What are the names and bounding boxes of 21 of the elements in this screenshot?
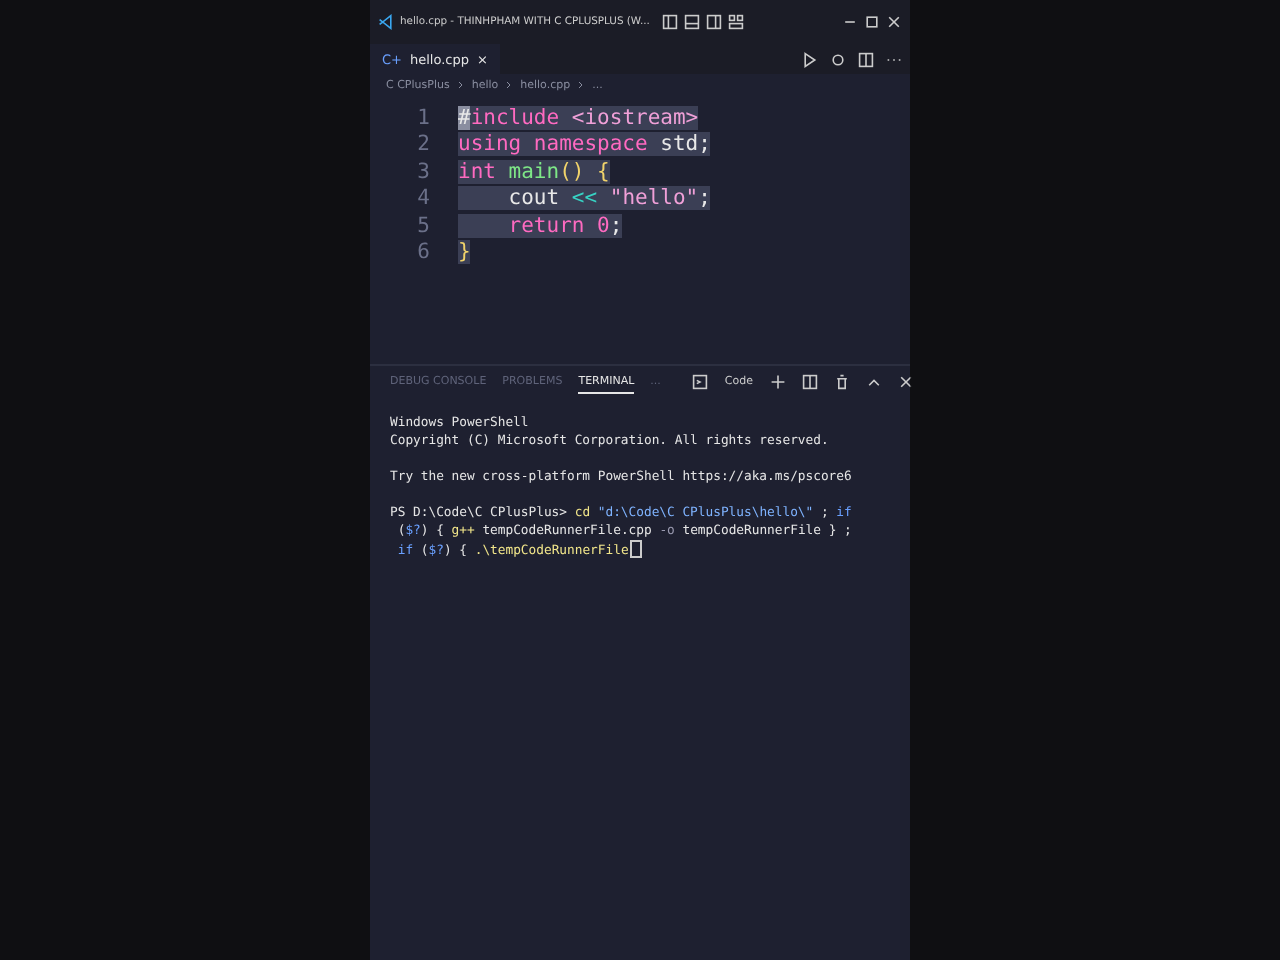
line-number: 2	[415, 132, 432, 157]
close-icon[interactable]	[897, 374, 914, 390]
vscode-logo-icon[interactable]	[378, 14, 394, 30]
split-icon[interactable]	[801, 374, 818, 390]
plus-icon[interactable]	[769, 374, 786, 390]
maximize-icon[interactable]	[864, 14, 880, 30]
split-icon[interactable]	[858, 51, 874, 67]
line-number: 4	[415, 186, 432, 211]
close-icon[interactable]	[886, 14, 902, 30]
line-number: 1	[415, 105, 432, 130]
layout-icon[interactable]	[661, 14, 678, 30]
run-icon[interactable]	[802, 51, 818, 67]
line-number: 5	[415, 213, 432, 238]
grid-icon[interactable]	[727, 14, 744, 30]
panel-icon[interactable]	[683, 14, 700, 30]
layout-icon[interactable]	[705, 14, 722, 30]
terminal-icon[interactable]	[692, 374, 709, 390]
line-number: 3	[415, 159, 432, 184]
trash-icon[interactable]	[833, 374, 850, 390]
line-number: 6	[415, 240, 432, 265]
chevron-up-icon[interactable]	[865, 374, 882, 390]
